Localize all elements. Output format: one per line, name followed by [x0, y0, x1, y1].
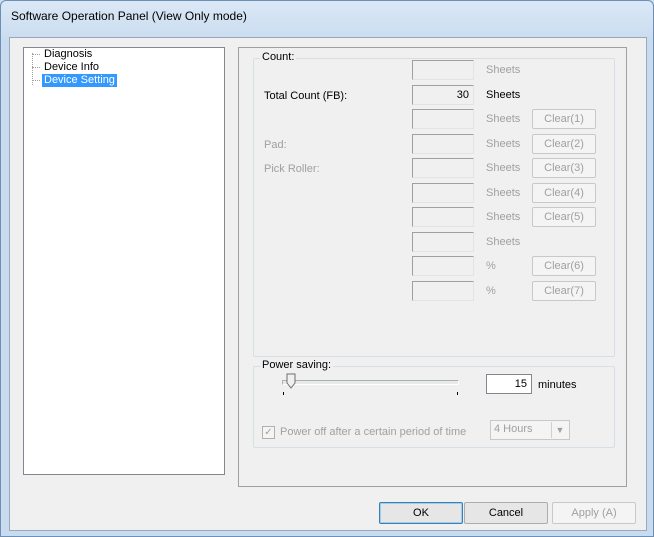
- clear-button[interactable]: Clear(2): [532, 134, 596, 154]
- settings-panel: Count: Sheets Total Count (FB): 30 Sheets Sh…: [238, 47, 627, 487]
- count-value-field: [412, 232, 474, 252]
- count-unit-label: Sheets: [486, 113, 521, 125]
- tree-connector-line: [32, 80, 40, 81]
- title-bar: Software Operation Panel (View Only mode…: [11, 9, 247, 31]
- apply-button[interactable]: Apply (A): [552, 502, 636, 524]
- power-off-checkbox[interactable]: ✓: [262, 426, 275, 439]
- tree-item-device-info[interactable]: Device Info: [42, 61, 101, 74]
- count-row-label: Pick Roller:: [264, 163, 320, 175]
- tree-item-device-setting[interactable]: Device Setting: [42, 74, 117, 87]
- count-row-label: Pad:: [264, 139, 287, 151]
- count-row-label: Total Count (FB):: [264, 90, 348, 102]
- clear-button[interactable]: Clear(1): [532, 109, 596, 129]
- count-value-field: [412, 158, 474, 178]
- clear-button[interactable]: Clear(3): [532, 158, 596, 178]
- power-off-time-select[interactable]: 4 Hours ▼: [490, 420, 570, 440]
- ok-button[interactable]: OK: [379, 502, 463, 524]
- tree-connector-line: [32, 54, 40, 55]
- chevron-down-icon: ▼: [551, 422, 568, 438]
- count-unit-label: %: [486, 260, 496, 272]
- slider-tick: [457, 392, 458, 395]
- slider-tick: [283, 392, 284, 395]
- count-unit-label: Sheets: [486, 138, 521, 150]
- power-off-time-value: 4 Hours: [494, 423, 533, 435]
- count-value-field: [412, 207, 474, 227]
- checkmark-icon: ✓: [264, 427, 273, 438]
- count-unit-label: Sheets: [486, 236, 521, 248]
- count-unit-label: Sheets: [486, 64, 521, 76]
- tree-item-diagnosis[interactable]: Diagnosis: [42, 48, 94, 61]
- cancel-button[interactable]: Cancel: [464, 502, 548, 524]
- clear-button[interactable]: Clear(5): [532, 207, 596, 227]
- count-unit-label: Sheets: [486, 89, 521, 101]
- window-title: Software Operation Panel (View Only mode…: [11, 9, 247, 23]
- count-value-field: [412, 134, 474, 154]
- count-value-field: [412, 183, 474, 203]
- navigation-tree[interactable]: Diagnosis Device Info Device Setting: [23, 47, 225, 475]
- count-unit-label: %: [486, 285, 496, 297]
- count-value-field: [412, 60, 474, 80]
- power-saving-slider-track[interactable]: [282, 380, 459, 385]
- clear-button[interactable]: Clear(6): [532, 256, 596, 276]
- clear-button[interactable]: Clear(4): [532, 183, 596, 203]
- minutes-field[interactable]: 15: [486, 374, 532, 394]
- count-value-field: [412, 109, 474, 129]
- minutes-label: minutes: [538, 379, 577, 391]
- count-unit-label: Sheets: [486, 187, 521, 199]
- power-off-label: Power off after a certain period of time: [280, 426, 467, 438]
- count-group-title: Count:: [260, 51, 297, 63]
- clear-button[interactable]: Clear(7): [532, 281, 596, 301]
- tree-connector-line: [32, 67, 40, 68]
- count-value-field: [412, 256, 474, 276]
- power-saving-slider-thumb[interactable]: [286, 373, 296, 389]
- power-saving-title: Power saving:: [260, 359, 334, 371]
- count-value-field: [412, 281, 474, 301]
- count-unit-label: Sheets: [486, 211, 521, 223]
- count-value-field: 30: [412, 85, 474, 105]
- count-unit-label: Sheets: [486, 162, 521, 174]
